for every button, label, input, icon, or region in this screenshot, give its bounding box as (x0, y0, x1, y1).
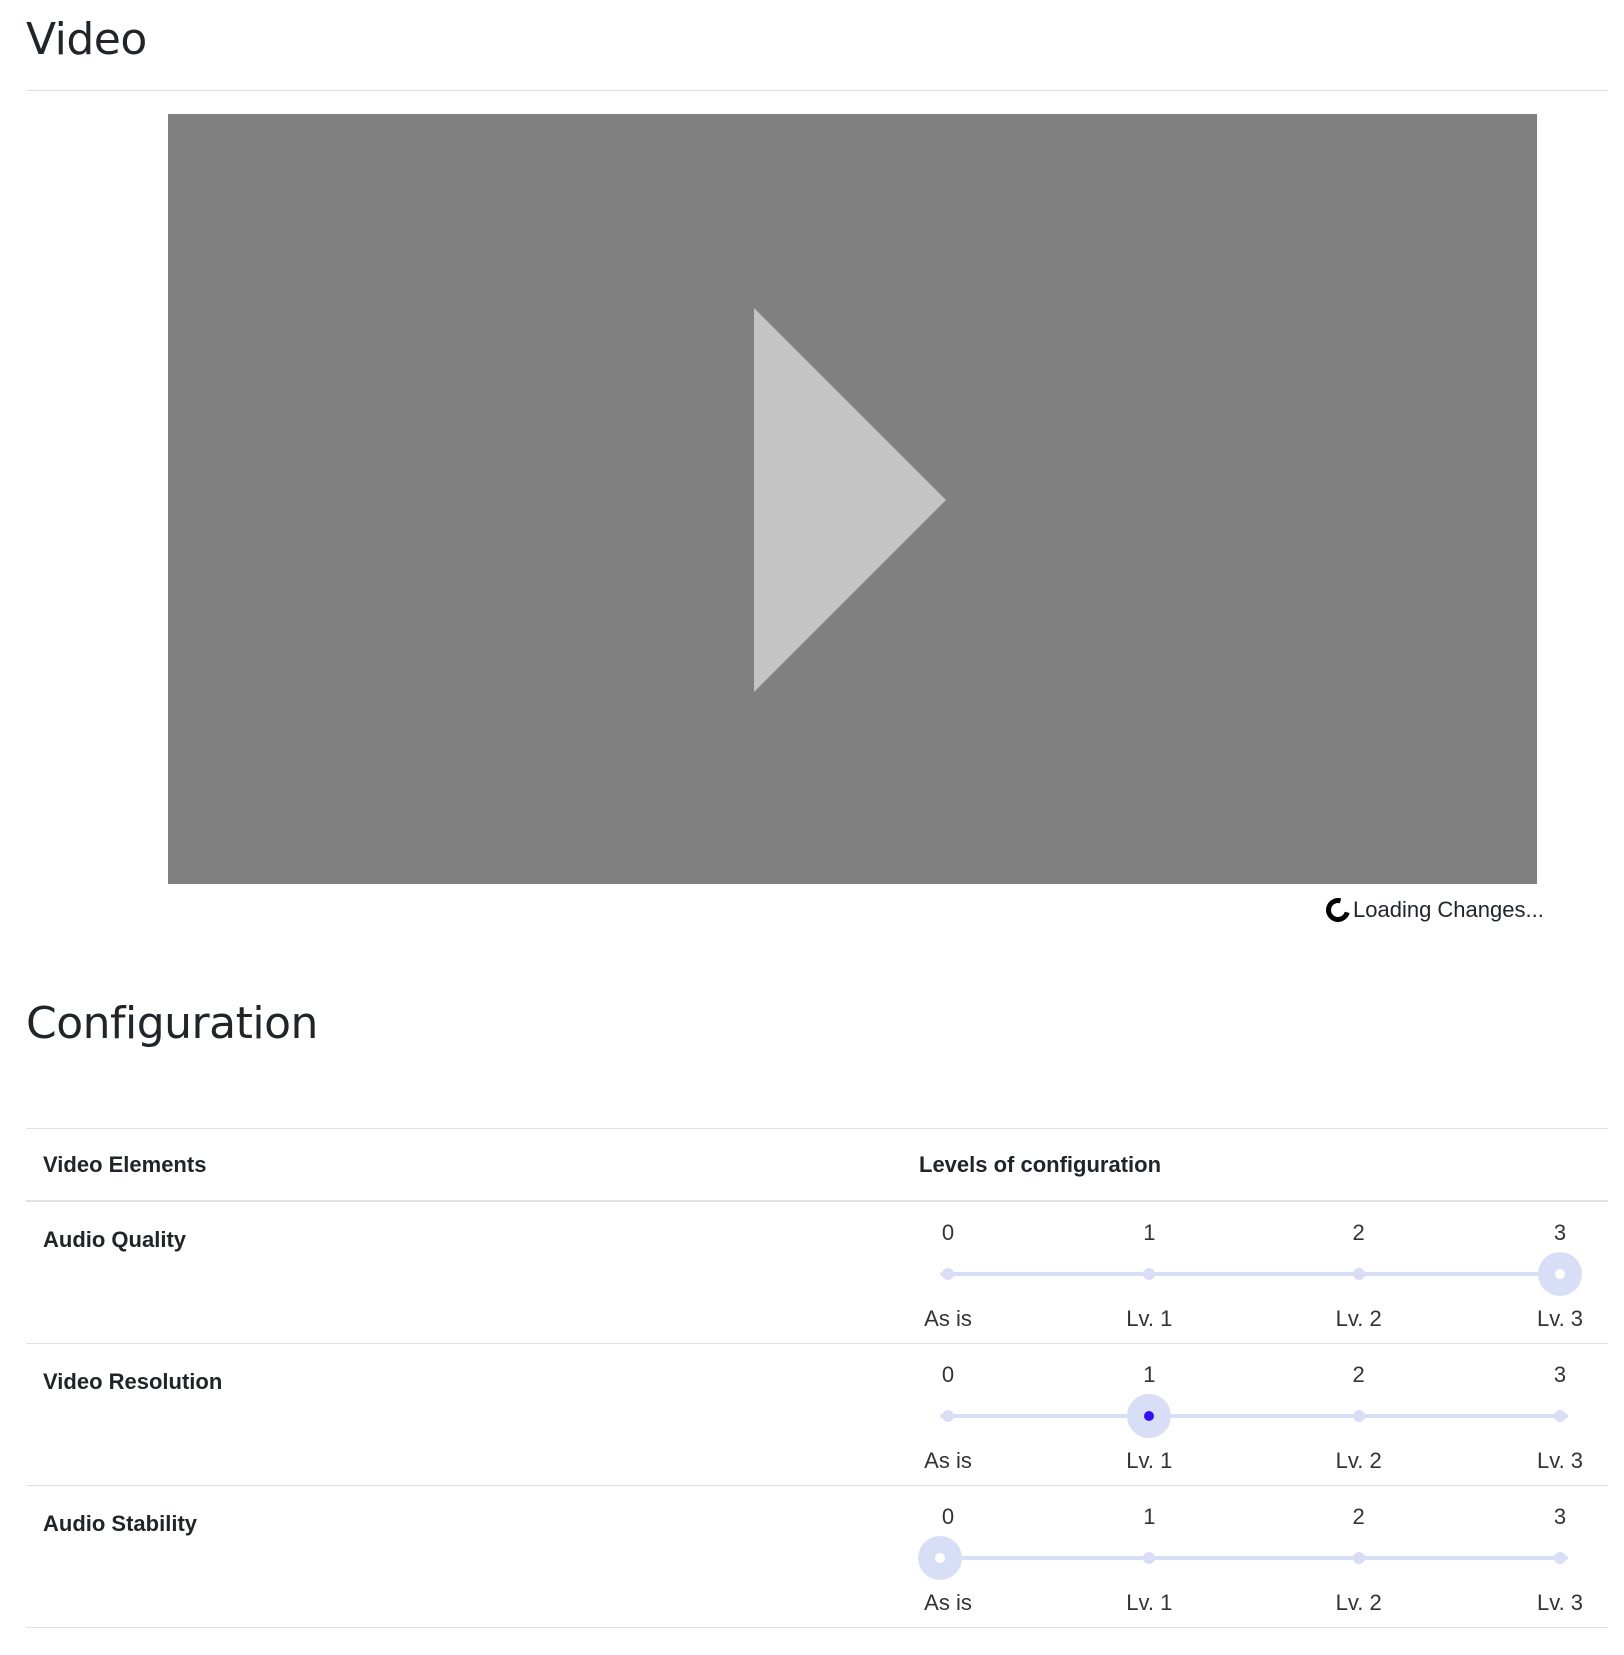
configuration-section-title: Configuration (26, 998, 318, 1049)
loading-indicator: Loading Changes... (1321, 893, 1544, 927)
table-row: Video Resolution 0 As is 1 Lv. 1 2 Lv. 2 3 Lv. 3 (26, 1344, 1608, 1486)
level-number: 1 (1143, 1362, 1156, 1387)
slider-tick[interactable] (942, 1410, 954, 1422)
level-slider[interactable]: 0 As is 1 Lv. 1 2 Lv. 2 3 Lv. 3 (918, 1486, 1583, 1627)
slider-track[interactable] (940, 1272, 1568, 1276)
header-video-elements: Video Elements (43, 1152, 207, 1177)
slider-tick[interactable] (942, 1268, 954, 1280)
level-number: 0 (941, 1362, 955, 1387)
level-label: Lv. 1 (1126, 1590, 1173, 1615)
table-body: Audio Quality 0 As is 1 Lv. 1 2 Lv. 2 3 Lv. 3 Vid… (26, 1202, 1608, 1628)
video-player[interactable] (168, 114, 1537, 884)
level-number: 0 (941, 1504, 955, 1529)
row-label: Audio Stability (43, 1511, 197, 1536)
level-label: Lv. 3 (1536, 1306, 1584, 1331)
slider-handle-dot (1144, 1411, 1155, 1421)
level-label: Lv. 1 (1126, 1306, 1173, 1331)
header-levels-of-configuration: Levels of configuration (919, 1152, 1162, 1177)
level-number: 1 (1143, 1220, 1156, 1245)
level-slider[interactable]: 0 As is 1 Lv. 1 2 Lv. 2 3 Lv. 3 (924, 1202, 1583, 1343)
level-number: 1 (1143, 1504, 1156, 1529)
level-label: As is (924, 1306, 972, 1331)
slider-handle[interactable] (918, 1536, 962, 1580)
configuration-table: Video Elements Levels of configuration A… (26, 1128, 1608, 1628)
level-number: 2 (1352, 1220, 1365, 1245)
slider-tick[interactable] (1352, 1410, 1365, 1422)
slider-handle[interactable] (1538, 1252, 1582, 1296)
slider-tick[interactable] (1554, 1410, 1566, 1422)
spinner-icon (1321, 893, 1355, 927)
loading-text: Loading Changes... (1353, 897, 1544, 922)
slider-tick[interactable] (1352, 1268, 1365, 1280)
level-slider[interactable]: 0 As is 1 Lv. 1 2 Lv. 2 3 Lv. 3 (924, 1344, 1583, 1485)
level-number: 3 (1553, 1504, 1567, 1529)
row-label: Video Resolution (43, 1369, 223, 1394)
level-number: 3 (1553, 1362, 1567, 1387)
table-row: Audio Quality 0 As is 1 Lv. 1 2 Lv. 2 3 Lv. 3 (26, 1202, 1608, 1344)
level-label: Lv. 3 (1536, 1590, 1584, 1615)
play-icon[interactable] (754, 308, 946, 692)
section-divider (26, 90, 1608, 91)
slider-track[interactable] (940, 1556, 1568, 1560)
level-number: 0 (941, 1220, 955, 1245)
table-row: Audio Stability 0 As is 1 Lv. 1 2 Lv. 2 3 Lv. 3 (26, 1486, 1608, 1628)
slider-handle-dot (935, 1553, 945, 1563)
slider-tick[interactable] (1352, 1552, 1365, 1564)
level-label: Lv. 3 (1536, 1448, 1584, 1473)
level-number: 2 (1352, 1362, 1365, 1387)
level-label: Lv. 2 (1335, 1590, 1382, 1615)
slider-handle[interactable] (1127, 1394, 1172, 1438)
slider-tick[interactable] (1554, 1552, 1566, 1564)
level-number: 2 (1352, 1504, 1365, 1529)
level-number: 3 (1553, 1220, 1567, 1245)
level-label: Lv. 2 (1335, 1448, 1382, 1473)
level-label: As is (924, 1590, 972, 1615)
table-header: Video Elements Levels of configuration (26, 1128, 1608, 1202)
slider-tick[interactable] (1143, 1268, 1156, 1280)
row-label: Audio Quality (43, 1227, 186, 1252)
level-label: As is (924, 1448, 972, 1473)
level-label: Lv. 2 (1335, 1306, 1382, 1331)
slider-tick[interactable] (1143, 1552, 1156, 1564)
slider-track[interactable] (940, 1414, 1568, 1418)
video-section-title: Video (26, 14, 147, 65)
level-label: Lv. 1 (1126, 1448, 1173, 1473)
slider-handle-dot (1555, 1269, 1565, 1279)
